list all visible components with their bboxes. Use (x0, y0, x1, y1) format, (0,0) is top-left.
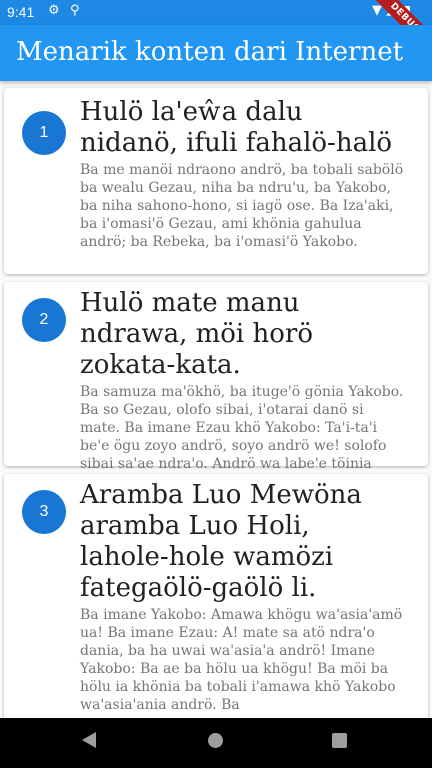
gear-icon: ⚙ (48, 3, 60, 18)
home-icon[interactable] (208, 733, 223, 748)
card-text: Hulö mate manu ndrawa, möi horö zokata-k… (80, 288, 406, 491)
card-text: Hulö la'eŵa dalu nidanö, ifuli fahalö-ha… (80, 97, 406, 251)
navigation-bar (0, 718, 432, 768)
back-icon[interactable] (82, 732, 96, 748)
item-title: Hulö mate manu ndrawa, möi horö zokata-k… (80, 288, 313, 380)
status-bar: 9:41 ⚙ ⚲ ▼ ◢ DEBUG (0, 0, 432, 63)
card-text: Aramba Luo Mewöna aramba Luo Holi, lahol… (80, 480, 406, 714)
content-list[interactable]: 1 Hulö la'eŵa dalu nidanö, ifuli fahalö-… (0, 81, 432, 718)
usb-icon: ⚲ (70, 3, 80, 18)
app-title: Menarik konten dari Internet (16, 37, 404, 67)
list-item-3[interactable]: 3 Aramba Luo Mewöna aramba Luo Holi, lah… (4, 474, 428, 718)
app-bar: Menarik konten dari Internet (0, 25, 432, 81)
item-title: Hulö la'eŵa dalu nidanö, ifuli fahalö-ha… (80, 97, 393, 158)
item-title: Aramba Luo Mewöna aramba Luo Holi, lahol… (80, 480, 362, 603)
list-item-1[interactable]: 1 Hulö la'eŵa dalu nidanö, ifuli fahalö-… (4, 88, 428, 274)
item-body: Ba imane Yakobo: Amawa khögu wa'asia'amö… (80, 607, 403, 713)
list-item-2[interactable]: 2 Hulö mate manu ndrawa, möi horö zokata… (4, 282, 428, 490)
item-body: Ba me manöi ndraono andrö, ba tobali sab… (80, 162, 404, 250)
item-number-badge: 1 (22, 111, 66, 155)
status-time: 9:41 (7, 4, 35, 20)
recent-apps-icon[interactable] (332, 733, 347, 748)
item-number-badge: 3 (22, 490, 66, 534)
item-number-badge: 2 (22, 298, 66, 342)
